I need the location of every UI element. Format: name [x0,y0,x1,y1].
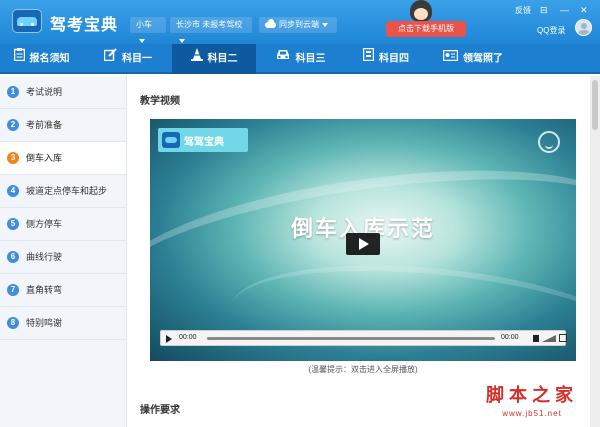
seek-bar[interactable] [207,337,495,340]
video-section-title: 教学视频 [140,96,180,107]
fullscreen-icon[interactable] [559,334,567,342]
tab-subject-4[interactable]: 科目四 [344,44,428,74]
chevron-down-icon [139,38,145,43]
pencil-icon [103,44,117,74]
feedback-link[interactable]: 反馈 [515,5,531,16]
id-card-icon [442,44,459,74]
cloud-sync-dropdown[interactable]: 同步到云端 [259,17,337,33]
chevron-down-icon [179,38,185,43]
sidebar-item-label: 曲线行驶 [26,252,63,262]
sidebar-item-hill-start[interactable]: 4 坡道定点停车和起步 [0,175,126,208]
title-bar: 驾考宝典 小车 长沙市 未报考驾校 同步到云端 点击下载手机版 反馈 ⊟ — ✕… [0,0,600,44]
video-controls: 00:00 00:00 [160,330,567,346]
tab-subject-2[interactable]: 科目二 [172,44,256,74]
step-badge: 2 [7,119,19,131]
fullscreen-hint: (温馨提示：双击进入全屏播放) [308,365,418,374]
current-time: 00:00 [179,334,197,341]
sidebar-item-acknowledgements[interactable]: 8 特别鸣谢 [0,307,126,340]
video-player[interactable]: 驾驾宝典 倒车入库示范 00:00 00:00 [150,119,576,361]
step-badge: 5 [7,218,19,230]
tab-subject-2-label: 科目二 [207,53,238,65]
watermark-url: www.jb51.net [502,409,562,418]
main-content: 教学视频 驾驾宝典 倒车入库示范 00:00 00:00 (温馨提示：双击进入全… [128,76,590,427]
sidebar-item-exam-instructions[interactable]: 1 考试说明 [0,76,126,109]
chevron-down-icon [322,22,328,27]
sidebar-item-label: 考前准备 [26,120,63,130]
tab-subject-1-label: 科目一 [122,53,152,65]
scrollbar-thumb[interactable] [592,80,598,130]
requirements-section-title: 操作要求 [140,405,180,416]
app-logo [12,9,42,33]
avatar[interactable] [575,19,592,36]
vertical-scrollbar[interactable] [590,76,600,427]
tab-registration[interactable]: 报名须知 [0,44,83,74]
city-school-dropdown[interactable]: 长沙市 未报考驾校 [170,17,252,43]
subject-nav: 报名须知 科目一 科目二 科目三 科目四 领驾照了 [0,44,600,74]
download-mobile-button[interactable]: 点击下载手机版 [386,21,466,37]
video-watermark-logo: 驾驾宝典 [158,128,248,152]
car-type-value: 小车 [136,20,152,29]
cloud-icon [265,18,276,28]
volume-icon[interactable] [533,335,539,342]
sidebar-item-label: 倒车入库 [26,153,63,163]
tab-registration-label: 报名须知 [29,53,70,65]
sidebar-item-preparation[interactable]: 2 考前准备 [0,109,126,142]
step-badge: 6 [7,251,19,263]
step-badge: 1 [7,86,19,98]
car-logo-icon [17,17,37,26]
tab-subject-3[interactable]: 科目三 [258,44,342,74]
sidebar-item-reverse-parking[interactable]: 3 倒车入库 [0,142,126,175]
minimize-button[interactable]: — [560,5,569,15]
tab-get-license-label: 领驾照了 [463,53,503,65]
app-title: 驾考宝典 [50,17,119,34]
step-sidebar: 1 考试说明 2 考前准备 3 倒车入库 4 坡道定点停车和起步 5 侧方停车 6 曲线行驶… [0,76,127,427]
qq-login-link[interactable]: QQ登录 [537,25,565,36]
clipboard-icon [13,44,25,74]
tab-subject-3-label: 科目三 [295,53,326,65]
sidebar-item-parallel-parking[interactable]: 5 侧方停车 [0,208,126,241]
step-badge: 4 [7,185,19,197]
tab-subject-4-label: 科目四 [379,53,409,65]
tab-get-license[interactable]: 领驾照了 [430,44,516,74]
step-badge: 3 [7,152,19,164]
car-icon [275,44,291,74]
smiley-icon [538,131,560,153]
play-icon[interactable] [166,335,172,343]
sidebar-item-label: 考试说明 [26,87,63,97]
big-play-button[interactable] [346,233,380,255]
sidebar-item-label: 侧方停车 [26,219,63,229]
window-menu-button[interactable]: ⊟ [540,5,548,15]
city-school-value: 长沙市 未报考驾校 [176,20,243,29]
sidebar-item-label: 特别鸣谢 [26,318,63,328]
step-badge: 8 [7,317,19,329]
step-badge: 7 [7,284,19,296]
watermark-text: 脚本之家 [486,385,578,406]
car-type-dropdown[interactable]: 小车 [130,17,166,43]
total-time: 00:00 [501,334,519,341]
sidebar-item-right-angle-turn[interactable]: 7 直角转弯 [0,274,126,307]
tab-subject-1[interactable]: 科目一 [86,44,170,74]
site-watermark: 脚本之家 www.jb51.net [472,381,592,418]
sidebar-item-curve-driving[interactable]: 6 曲线行驶 [0,241,126,274]
car-logo-icon [162,132,180,148]
traffic-cone-icon [190,44,203,74]
sidebar-item-label: 坡道定点停车和起步 [26,186,108,196]
mascot-icon [410,0,432,22]
cloud-sync-label: 同步到云端 [279,20,319,29]
close-button[interactable]: ✕ [580,5,588,15]
sidebar-item-label: 直角转弯 [26,285,63,295]
document-icon [362,44,375,74]
video-logo-text: 驾驾宝典 [184,137,224,148]
volume-slider[interactable] [542,335,556,342]
